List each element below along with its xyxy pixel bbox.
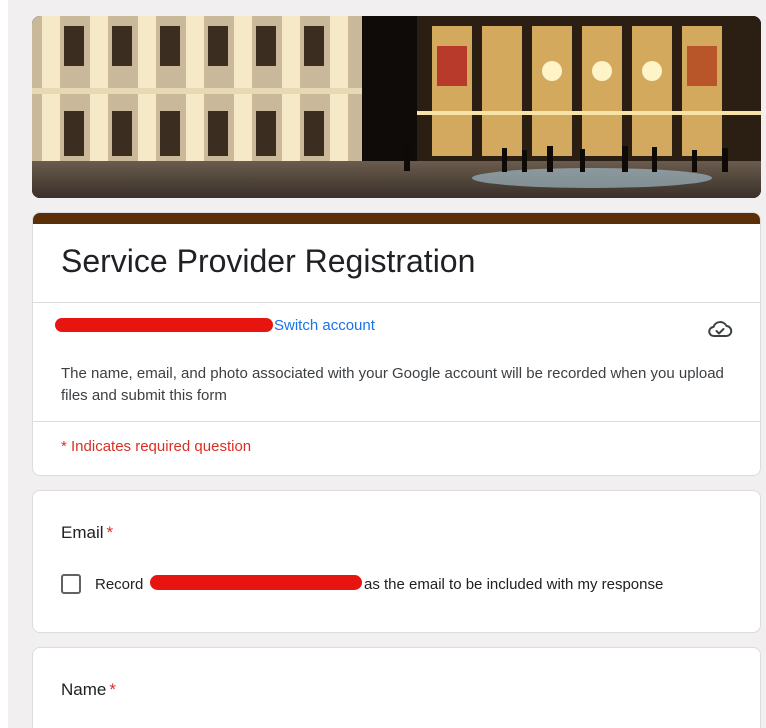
question-card-email: Email * Record as the email to be include… <box>32 490 761 633</box>
form-page: Service Provider Registration Switch acc… <box>0 0 766 728</box>
header-banner-image <box>32 16 761 198</box>
question-label: Email <box>61 523 104 542</box>
question-card-name: Name * <box>32 647 761 728</box>
redacted-account-email <box>55 318 273 332</box>
record-email-checkbox[interactable] <box>61 574 81 594</box>
redacted-email-value <box>150 575 362 590</box>
question-label: Name <box>61 680 107 699</box>
accent-bar <box>33 213 760 224</box>
question-title-email: Email * <box>61 523 113 543</box>
page-left-edge <box>0 0 8 728</box>
form-header-card: Service Provider Registration Switch acc… <box>32 212 761 476</box>
divider <box>33 421 760 422</box>
form-title: Service Provider Registration <box>61 243 476 279</box>
cloud-check-icon <box>708 321 733 337</box>
banner-illustration <box>32 16 761 198</box>
question-title-name: Name * <box>61 680 116 700</box>
record-email-prefix: Record <box>95 576 144 593</box>
required-question-note: * Indicates required question <box>61 438 252 455</box>
switch-account-link[interactable]: Switch account <box>274 317 375 334</box>
account-notice: The name, email, and photo associated wi… <box>61 365 724 404</box>
record-email-suffix: as the email to be included with my resp… <box>364 576 664 593</box>
divider <box>33 302 760 303</box>
required-asterisk: * <box>106 523 114 542</box>
required-asterisk: * <box>109 680 116 699</box>
